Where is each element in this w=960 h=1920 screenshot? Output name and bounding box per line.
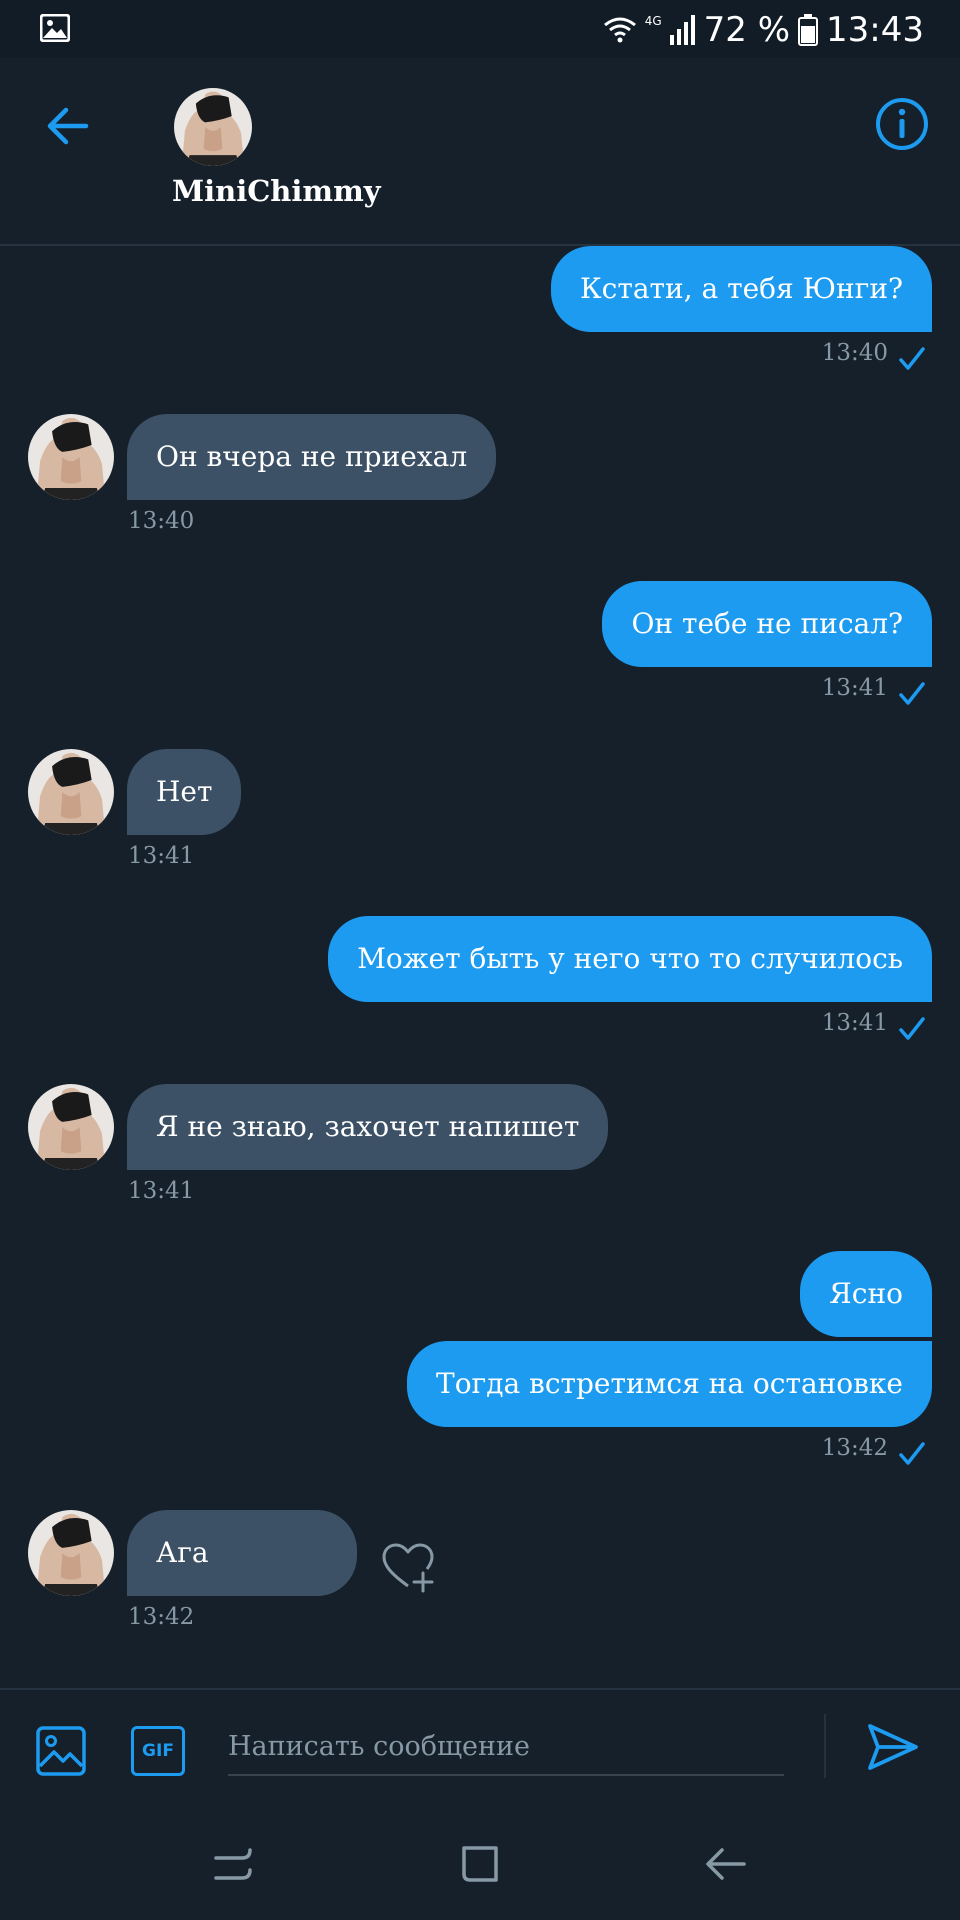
incoming-message[interactable]: Я не знаю, захочет напишет [127, 1084, 609, 1170]
outgoing-message[interactable]: Может быть у него что то случилось [328, 916, 932, 1002]
recent-apps-icon[interactable] [212, 1842, 256, 1886]
message-time: 13:40 [821, 340, 888, 366]
composer-divider [824, 1714, 826, 1778]
contact-name[interactable]: MiniChimmy [172, 174, 381, 208]
network-type: 4G [644, 14, 662, 28]
outgoing-message[interactable]: Тогда встретимся на остановке [407, 1341, 932, 1427]
incoming-message[interactable]: Ага [127, 1510, 357, 1596]
outgoing-message[interactable]: Он тебе не писал? [602, 581, 932, 667]
contact-avatar[interactable] [174, 88, 252, 166]
message-time: 13:40 [128, 508, 195, 534]
outgoing-message[interactable]: Ясно [800, 1251, 932, 1337]
image-icon[interactable] [36, 1726, 86, 1776]
avatar[interactable] [28, 1084, 114, 1170]
conversation-header: MiniChimmy [0, 58, 960, 246]
check-icon [899, 1442, 925, 1465]
avatar[interactable] [28, 414, 114, 500]
message-time: 13:41 [821, 675, 888, 701]
system-navigation-bar [0, 1806, 960, 1920]
outgoing-message[interactable]: Кстати, а тебя Юнги? [551, 246, 932, 332]
avatar[interactable] [28, 1510, 114, 1596]
check-icon [899, 1017, 925, 1040]
message-time: 13:41 [821, 1010, 888, 1036]
battery-percent: 72 % [703, 10, 791, 50]
message-time: 13:41 [128, 1178, 195, 1204]
gif-button[interactable]: GIF [131, 1726, 185, 1776]
send-icon[interactable] [866, 1720, 920, 1774]
wifi-icon [603, 17, 636, 43]
message-time: 13:42 [821, 1435, 888, 1461]
arrow-left-icon[interactable] [44, 102, 92, 150]
message-composer: GIF [0, 1688, 960, 1806]
avatar[interactable] [28, 749, 114, 835]
gif-icon: GIF [142, 1741, 174, 1761]
battery-icon [798, 14, 819, 46]
info-icon[interactable] [874, 96, 930, 152]
status-time: 13:43 [826, 10, 924, 50]
message-time: 13:41 [128, 843, 195, 869]
incoming-message[interactable]: Нет [127, 749, 242, 835]
gallery-notification-icon [40, 14, 70, 42]
check-icon [899, 682, 925, 705]
message-time: 13:42 [128, 1604, 195, 1630]
back-nav-icon[interactable] [704, 1842, 748, 1886]
check-icon [899, 347, 925, 370]
incoming-message[interactable]: Он вчера не приехал [127, 414, 497, 500]
message-input[interactable] [228, 1718, 784, 1774]
signal-icon [669, 15, 695, 45]
status-bar: 4G 72 % 13:43 [0, 0, 960, 58]
message-input-wrapper [228, 1718, 784, 1776]
home-icon[interactable] [458, 1842, 502, 1886]
heart-plus-icon[interactable] [380, 1542, 436, 1594]
